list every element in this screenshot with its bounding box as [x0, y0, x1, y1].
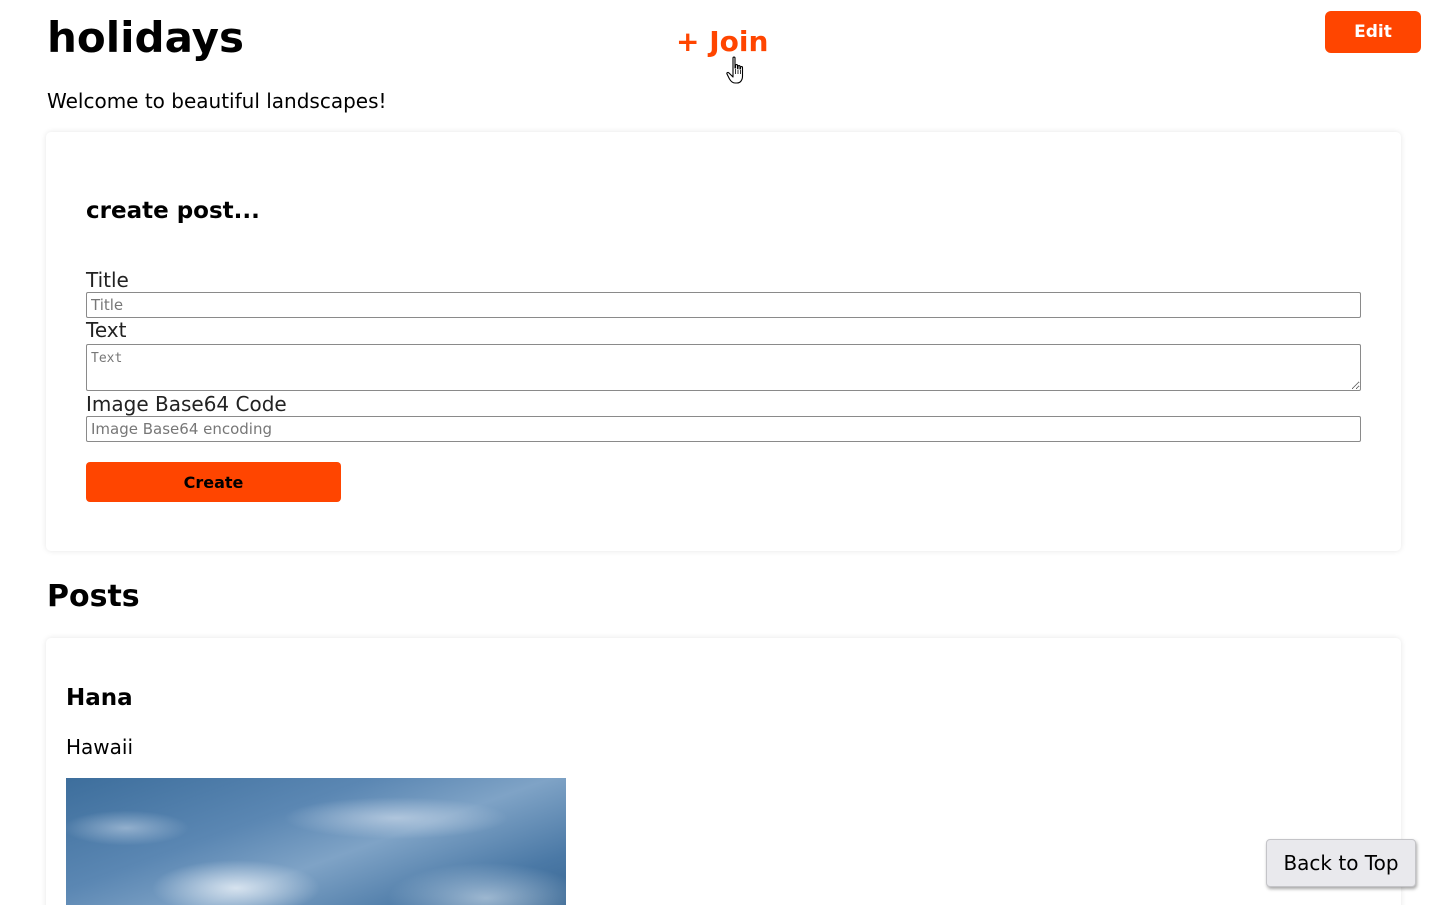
- create-post-card: create post... Title Text Image Base64 C…: [46, 132, 1401, 551]
- posts-heading: Posts: [47, 579, 140, 614]
- page-title: holidays: [47, 13, 245, 62]
- post-text: Hawaii: [66, 735, 134, 759]
- text-label: Text: [86, 318, 127, 342]
- hand-pointer-icon: [726, 56, 744, 84]
- image-base64-label: Image Base64 Code: [86, 392, 287, 416]
- post-image: [66, 778, 566, 905]
- create-button[interactable]: Create: [86, 462, 341, 502]
- post-card: Hana Hawaii: [46, 638, 1401, 905]
- create-post-heading: create post...: [86, 198, 260, 224]
- edit-button[interactable]: Edit: [1325, 11, 1421, 53]
- text-textarea[interactable]: [86, 344, 1361, 391]
- back-to-top-button[interactable]: Back to Top: [1266, 839, 1416, 887]
- community-description: Welcome to beautiful landscapes!: [47, 89, 387, 113]
- title-label: Title: [86, 268, 129, 292]
- post-title: Hana: [66, 685, 133, 711]
- title-input[interactable]: [86, 292, 1361, 318]
- image-base64-input[interactable]: [86, 416, 1361, 442]
- join-link[interactable]: + Join: [676, 24, 768, 60]
